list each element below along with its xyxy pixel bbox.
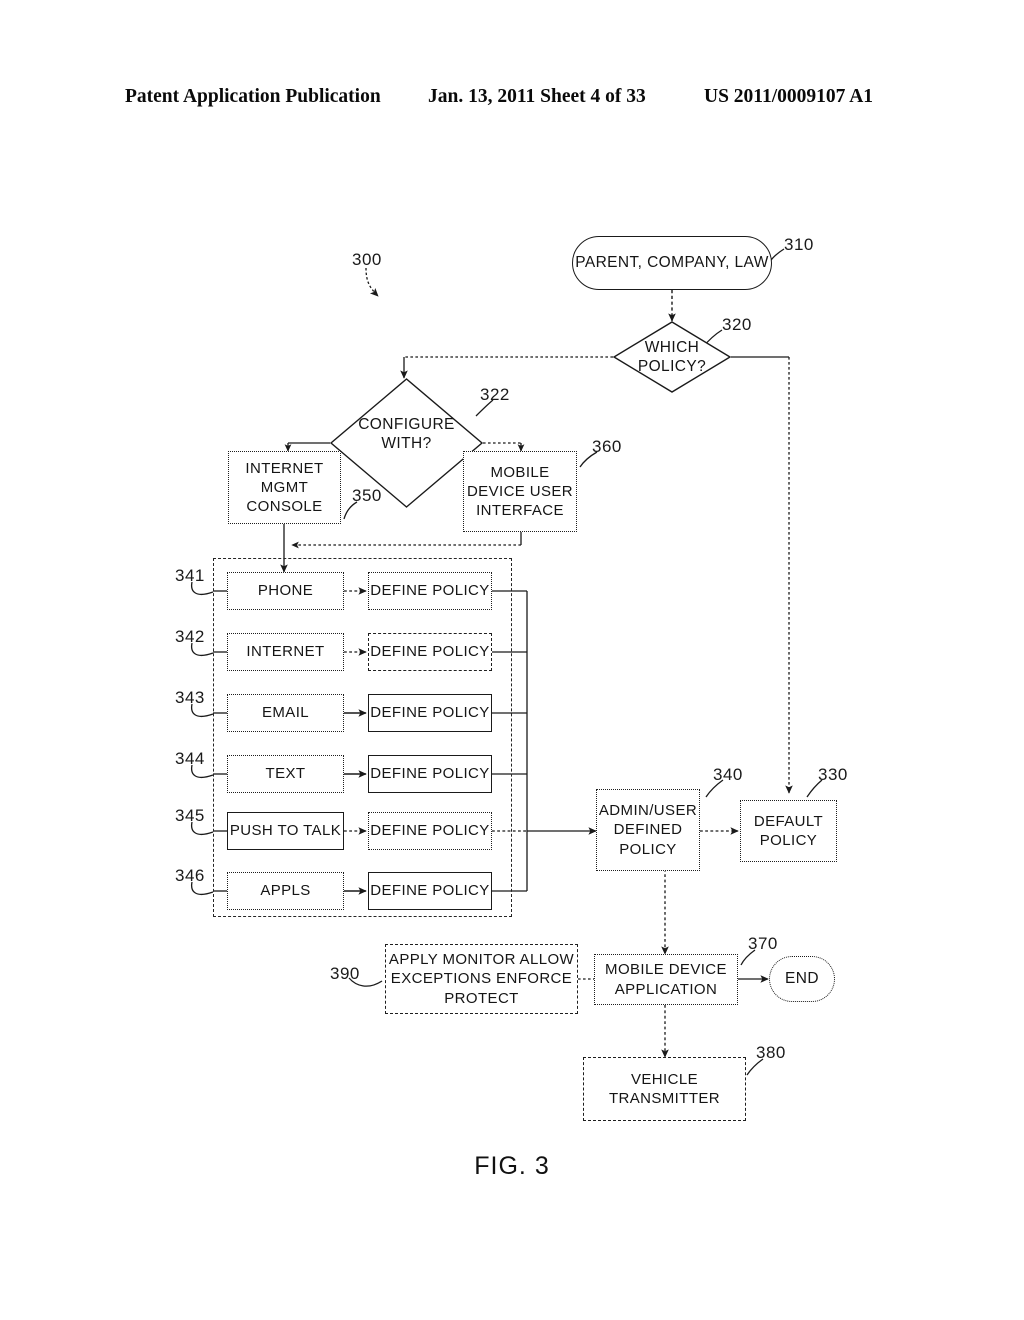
ref-340: 340: [713, 765, 743, 784]
ref-320: 320: [722, 315, 752, 334]
node-define-policy-343[interactable]: DEFINE POLICY: [368, 694, 492, 732]
ref-370: 370: [748, 934, 778, 953]
ref-380: 380: [756, 1043, 786, 1062]
ref-360: 360: [592, 437, 622, 456]
ref-345: 345: [175, 806, 205, 825]
ref-346: 346: [175, 866, 205, 885]
node-define-policy-342[interactable]: DEFINE POLICY: [368, 633, 492, 671]
node-default-policy[interactable]: DEFAULT POLICY: [740, 800, 837, 862]
ref-310: 310: [784, 235, 814, 254]
node-start-parent-company-law[interactable]: PARENT, COMPANY, LAW: [572, 236, 772, 290]
ref-330: 330: [818, 765, 848, 784]
node-internet-mgmt-console[interactable]: INTERNET MGMT CONSOLE: [228, 451, 341, 524]
which-policy-line2: POLICY?: [637, 358, 707, 375]
flowchart-connectors: [190, 248, 823, 1076]
ref-344: 344: [175, 749, 205, 768]
ref-300: 300: [352, 250, 382, 269]
configure-with-line1: CONFIGURE: [358, 415, 455, 433]
node-define-policy-345[interactable]: DEFINE POLICY: [368, 812, 492, 850]
node-decision-which-policy[interactable]: WHICH POLICY?: [612, 321, 732, 393]
ref-342: 342: [175, 627, 205, 646]
figure-caption: FIG. 3: [474, 1152, 550, 1180]
ref-343: 343: [175, 688, 205, 707]
node-define-policy-341[interactable]: DEFINE POLICY: [368, 572, 492, 610]
which-policy-line1: WHICH: [644, 338, 700, 356]
node-category-appls[interactable]: APPLS: [227, 872, 344, 910]
ref-390: 390: [330, 964, 360, 983]
ref-341: 341: [175, 566, 205, 585]
node-mobile-device-application[interactable]: MOBILE DEVICE APPLICATION: [594, 954, 738, 1005]
patent-figure-page: Patent Application Publication Jan. 13, …: [0, 0, 1024, 1320]
node-category-email[interactable]: EMAIL: [227, 694, 344, 732]
node-category-internet[interactable]: INTERNET: [227, 633, 344, 671]
node-category-text[interactable]: TEXT: [227, 755, 344, 793]
policy-definition-group: [213, 558, 512, 917]
node-category-push-to-talk[interactable]: PUSH TO TALK: [227, 812, 344, 850]
node-category-phone[interactable]: PHONE: [227, 572, 344, 610]
node-end[interactable]: END: [769, 956, 835, 1002]
node-admin-user-defined-policy[interactable]: ADMIN/USER DEFINED POLICY: [596, 789, 700, 871]
node-vehicle-transmitter[interactable]: VEHICLE TRANSMITTER: [583, 1057, 746, 1121]
node-define-policy-346[interactable]: DEFINE POLICY: [368, 872, 492, 910]
node-apply-monitor-allow-exceptions-enforce-protect[interactable]: APPLY MONITOR ALLOW EXCEPTIONS ENFORCE P…: [385, 944, 578, 1014]
node-mobile-device-user-interface[interactable]: MOBILE DEVICE USER INTERFACE: [463, 451, 577, 532]
ref-322: 322: [480, 385, 510, 404]
configure-with-line2: WITH?: [381, 435, 432, 452]
ref-350: 350: [352, 486, 382, 505]
node-define-policy-344[interactable]: DEFINE POLICY: [368, 755, 492, 793]
